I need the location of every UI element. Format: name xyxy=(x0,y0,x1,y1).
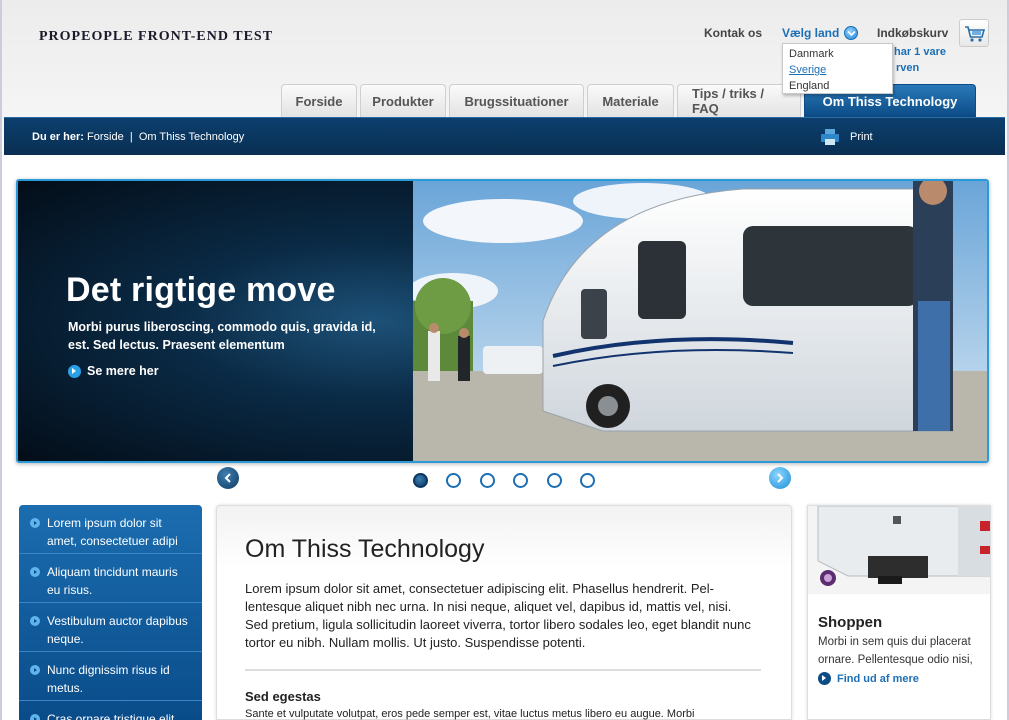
breadcrumb-prefix: Du er her: xyxy=(32,131,84,143)
print-label: Print xyxy=(850,131,873,143)
section-heading: Sed egestas xyxy=(245,689,321,704)
hero-text-panel: Det rigtige move Morbi purus liberoscing… xyxy=(18,181,413,461)
breadcrumb-item-forside[interactable]: Forside xyxy=(87,131,124,143)
shop-photo xyxy=(808,506,990,594)
carousel-dot-5[interactable] xyxy=(547,473,562,488)
content-divider xyxy=(245,669,761,671)
choose-country-link[interactable]: Vælg land xyxy=(782,26,839,40)
section-text: Sante et vulputate volutpat, eros pede s… xyxy=(245,708,695,720)
tab-brugssituationer[interactable]: Brugssituationer xyxy=(449,84,584,117)
cart-status-line2: rven xyxy=(896,62,920,74)
sidebar-item-5[interactable]: Cras ornare tristique elit. xyxy=(19,701,202,720)
country-option-danmark[interactable]: Danmark xyxy=(783,46,892,62)
shop-more-link[interactable]: Find ud af mere xyxy=(818,672,919,685)
cart-status: har 1 vare rven xyxy=(894,44,946,76)
cart-button[interactable] xyxy=(959,19,989,47)
shop-text: Morbi in sem quis dui placerat ornare. P… xyxy=(818,636,973,666)
carousel-prev-button[interactable] xyxy=(217,467,239,489)
sidebar-nav: Lorem ipsum dolor sit amet, consectetuer… xyxy=(19,505,202,720)
chevron-right-icon xyxy=(777,473,784,483)
sidebar-item-2[interactable]: Aliquam tincidunt mauris eu risus. xyxy=(19,554,202,603)
site-logo[interactable]: PROPEOPLE FRONT-END TEST xyxy=(39,29,273,45)
country-dropdown: Danmark Sverige England xyxy=(782,43,893,94)
chevron-down-icon[interactable] xyxy=(844,26,858,40)
tab-materiale[interactable]: Materiale xyxy=(587,84,674,117)
page-title: Om Thiss Technology xyxy=(245,535,485,563)
page: PROPEOPLE FRONT-END TEST Kontak os Vælg … xyxy=(0,0,1009,720)
caravan-photo xyxy=(413,181,987,461)
shopping-cart-icon xyxy=(965,26,986,42)
sidebar-item-1[interactable]: Lorem ipsum dolor sit amet, consectetuer… xyxy=(19,505,202,554)
print-button[interactable]: Print xyxy=(820,129,873,145)
breadcrumb-bar: Du er her: Forside | Om Thiss Technology… xyxy=(4,117,1005,155)
hero-title: Det rigtige move xyxy=(66,271,336,309)
carousel-dot-1[interactable] xyxy=(413,473,428,488)
sidebar-item-4[interactable]: Nunc dignissim risus id metus. xyxy=(19,652,202,701)
arrow-right-icon xyxy=(818,672,831,685)
arrow-right-icon xyxy=(68,364,81,378)
sidebar-item-3[interactable]: Vestibulum auctor dapibus neque. xyxy=(19,603,202,652)
contact-link[interactable]: Kontak os xyxy=(704,26,762,40)
country-option-sverige[interactable]: Sverige xyxy=(783,62,892,78)
shop-title: Shoppen xyxy=(818,614,883,631)
carousel-dot-2[interactable] xyxy=(446,473,461,488)
hero-more-link[interactable]: Se mere her xyxy=(68,364,159,378)
carousel-dot-3[interactable] xyxy=(480,473,495,488)
shop-more-label: Find ud af mere xyxy=(837,672,919,685)
tab-produkter[interactable]: Produkter xyxy=(360,84,446,117)
country-option-england[interactable]: England xyxy=(783,78,892,94)
carousel-dot-4[interactable] xyxy=(513,473,528,488)
hero-more-label: Se mere her xyxy=(87,364,159,378)
tab-forside[interactable]: Forside xyxy=(281,84,357,117)
cart-link[interactable]: Indkøbskurv xyxy=(877,26,948,40)
page-body-text: Lorem ipsum dolor sit amet, consectetuer… xyxy=(245,581,751,650)
breadcrumb: Du er her: Forside | Om Thiss Technology xyxy=(32,131,244,143)
printer-icon xyxy=(821,129,839,145)
main-content: Om Thiss Technology Lorem ipsum dolor si… xyxy=(216,505,792,720)
shop-teaser: Shoppen Morbi in sem quis dui placerat o… xyxy=(807,505,991,720)
hero-text: Morbi purus liberoscing, commodo quis, g… xyxy=(68,320,376,352)
breadcrumb-item-current[interactable]: Om Thiss Technology xyxy=(139,131,244,143)
carousel-next-button[interactable] xyxy=(769,467,791,489)
hero-banner: Det rigtige move Morbi purus liberoscing… xyxy=(16,179,989,463)
breadcrumb-separator: | xyxy=(129,131,133,143)
cart-status-line1: har 1 vare xyxy=(894,46,946,58)
carousel-dot-6[interactable] xyxy=(580,473,595,488)
chevron-left-icon xyxy=(224,473,231,483)
